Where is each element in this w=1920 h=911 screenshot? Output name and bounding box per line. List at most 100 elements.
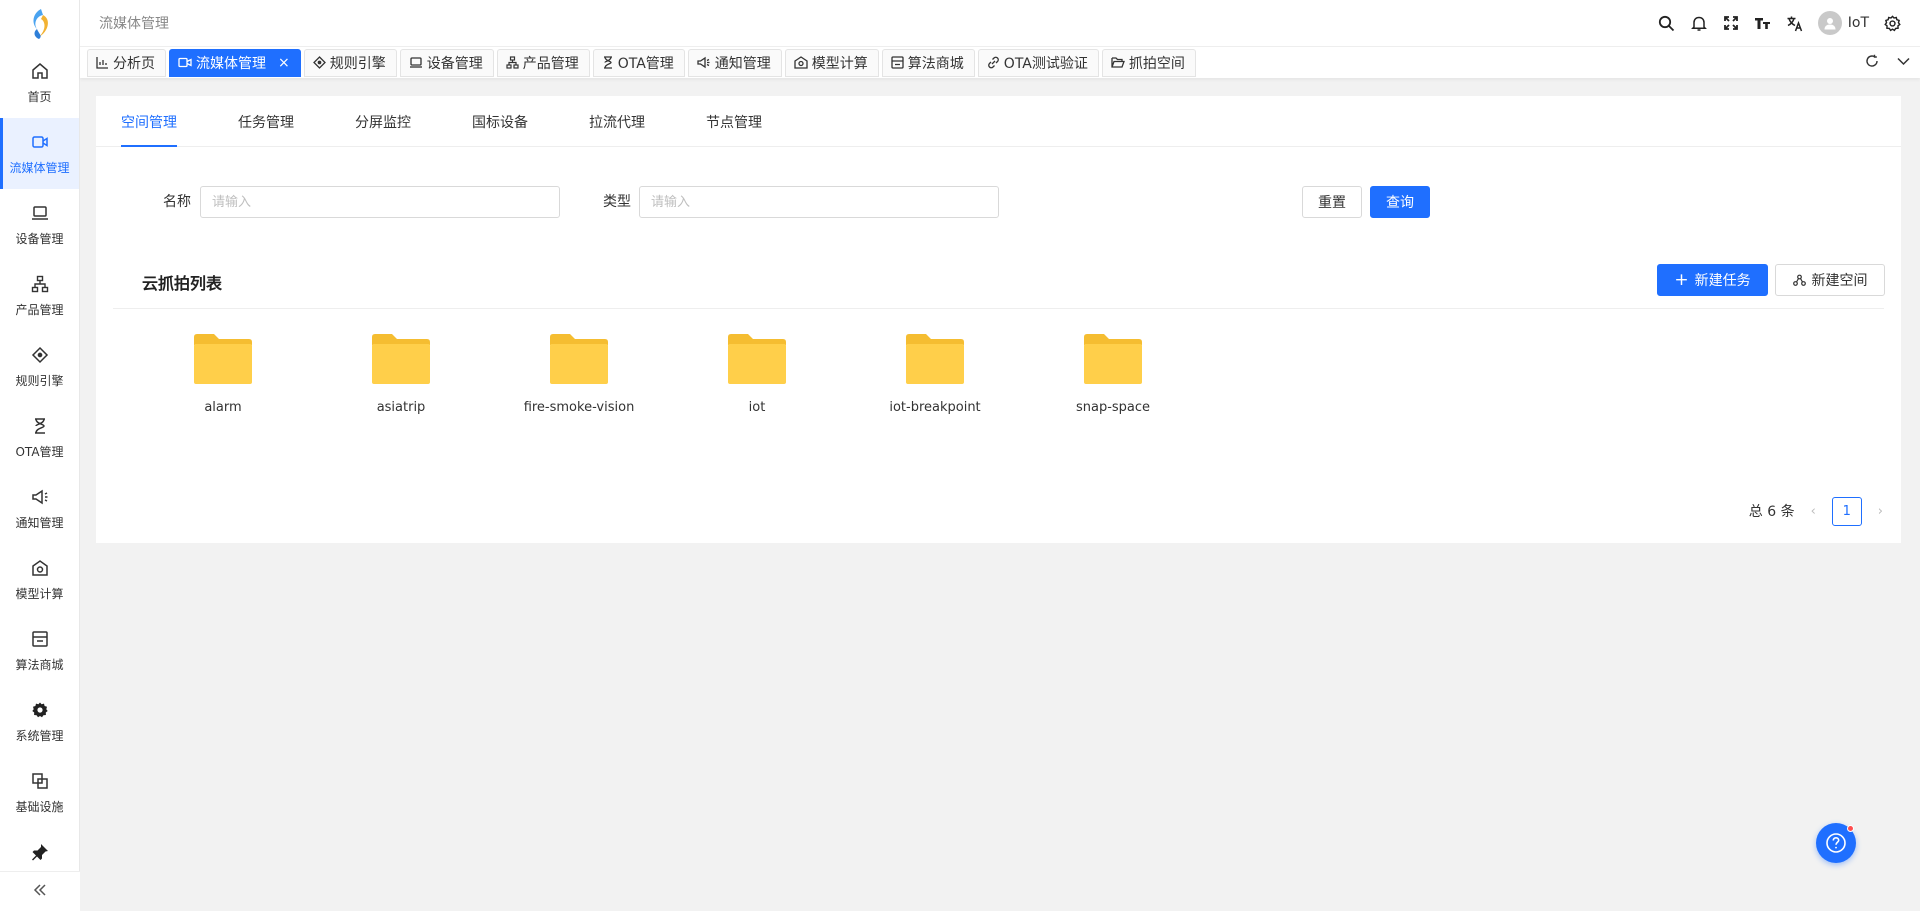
sidebar-item-label: 首页	[27, 89, 52, 104]
tab-snap-space[interactable]: 抓拍空间	[1101, 48, 1196, 77]
folder-item[interactable]: snap-space	[1043, 333, 1183, 415]
query-button[interactable]: 查询	[1370, 186, 1430, 218]
sidebar-item-rules[interactable]: 规则引擎	[0, 331, 79, 402]
user-menu[interactable]: IoT	[1817, 11, 1869, 35]
fullscreen-icon[interactable]	[1722, 14, 1740, 32]
sidebar-item-model[interactable]: 模型计算	[0, 544, 79, 615]
font-size-icon[interactable]	[1754, 14, 1772, 32]
new-space-button[interactable]: 新建空间	[1775, 264, 1885, 296]
new-task-button[interactable]: + 新建任务	[1657, 264, 1768, 296]
sidebar-item-store[interactable]: 算法商城	[0, 615, 79, 686]
folder-item[interactable]: alarm	[153, 333, 293, 415]
type-label: 类型	[603, 194, 631, 210]
subtab-gb-device[interactable]: 国标设备	[472, 96, 528, 147]
subtab-node[interactable]: 节点管理	[706, 96, 762, 147]
new-space-label: 新建空间	[1811, 273, 1868, 289]
subtab-stream-proxy[interactable]: 拉流代理	[589, 96, 645, 147]
sidebar-item-label: 通知管理	[15, 515, 64, 530]
folder-icon	[194, 334, 252, 384]
help-button[interactable]	[1816, 823, 1856, 863]
name-input[interactable]	[200, 186, 560, 218]
link-icon	[987, 56, 999, 69]
sidebar-item-label: OTA管理	[15, 444, 64, 459]
subtab-space[interactable]: 空间管理	[121, 96, 177, 147]
gear-icon[interactable]	[1883, 14, 1901, 32]
next-page-button[interactable]: ›	[1878, 504, 1883, 519]
store-icon	[30, 629, 50, 649]
sidebar-item-label: 模型计算	[15, 586, 64, 601]
video-icon	[30, 132, 50, 152]
subtab-split-screen[interactable]: 分屏监控	[355, 96, 411, 147]
folder-item[interactable]: iot	[687, 333, 827, 415]
tab-analysis[interactable]: 分析页	[87, 48, 166, 77]
type-input[interactable]	[639, 186, 999, 218]
folder-item[interactable]: asiatrip	[331, 333, 471, 415]
tab-notify[interactable]: 通知管理	[687, 48, 782, 77]
search-icon[interactable]	[1658, 14, 1676, 32]
tab-label: 规则引擎	[329, 55, 386, 72]
page-number[interactable]: 1	[1831, 496, 1862, 526]
sidebar-item-infra[interactable]: 基础设施	[0, 757, 79, 828]
sidebar-item-label: 系统管理	[15, 728, 64, 743]
divider	[113, 308, 1884, 309]
folder-icon	[372, 334, 430, 384]
tab-label: 算法商城	[907, 55, 964, 72]
search-form: 名称 类型 重置 查询	[96, 186, 1901, 218]
tab-ota-test[interactable]: OTA测试验证	[977, 48, 1099, 77]
tab-devices[interactable]: 设备管理	[399, 48, 494, 77]
sidebar-item-products[interactable]: 产品管理	[0, 260, 79, 331]
chevron-down-icon[interactable]	[1897, 55, 1910, 70]
logo[interactable]	[0, 0, 79, 47]
cluster-icon	[1792, 274, 1806, 286]
folder-name: iot-breakpoint	[889, 400, 981, 415]
bell-icon[interactable]	[1690, 14, 1708, 32]
tab-model[interactable]: 模型计算	[784, 48, 879, 77]
bar-chart-icon	[96, 57, 108, 69]
tab-label: 模型计算	[811, 55, 868, 72]
folder-name: iot	[748, 400, 766, 415]
hourglass-icon	[30, 416, 50, 436]
top-header: 流媒体管理 IoT	[80, 0, 1920, 47]
sidebar-item-label: 规则引擎	[15, 373, 64, 388]
refresh-icon[interactable]	[1865, 54, 1879, 72]
sidebar-item-home[interactable]: 首页	[0, 47, 79, 118]
tab-label: 产品管理	[522, 55, 579, 72]
reset-button[interactable]: 重置	[1302, 186, 1362, 218]
sitemap-icon	[506, 56, 519, 69]
tab-rules[interactable]: 规则引擎	[303, 48, 397, 77]
tab-products[interactable]: 产品管理	[496, 48, 590, 77]
store-icon	[891, 56, 904, 69]
sidebar-item-more[interactable]: 地	[0, 828, 79, 871]
folder-open-icon	[1111, 57, 1125, 68]
sidebar-item-media[interactable]: 流媒体管理	[0, 118, 79, 189]
sidebar-item-notify[interactable]: 通知管理	[0, 473, 79, 544]
folder-icon	[1084, 334, 1142, 384]
breadcrumb: 流媒体管理	[99, 16, 169, 32]
tab-label: 通知管理	[714, 55, 771, 72]
folder-item[interactable]: iot-breakpoint	[865, 333, 1005, 415]
list-title: 云抓拍列表	[142, 274, 223, 293]
logo-icon	[33, 8, 48, 39]
close-icon[interactable]: ×	[278, 55, 290, 71]
pagination: 总 6 条 ‹ 1 ›	[1749, 496, 1883, 526]
subtab-task[interactable]: 任务管理	[238, 96, 294, 147]
sidebar-collapse-button[interactable]	[0, 871, 80, 911]
tab-store[interactable]: 算法商城	[881, 48, 975, 77]
folder-icon	[728, 334, 786, 384]
sidebar-item-ota[interactable]: OTA管理	[0, 402, 79, 473]
sitemap-icon	[30, 274, 50, 294]
prev-page-button[interactable]: ‹	[1811, 504, 1816, 519]
total-count: 总 6 条	[1748, 504, 1795, 520]
sidebar-item-label: 设备管理	[15, 231, 64, 246]
translate-icon[interactable]	[1786, 14, 1804, 32]
sidebar-item-devices[interactable]: 设备管理	[0, 189, 79, 260]
folder-icon	[550, 334, 608, 384]
video-icon	[178, 57, 192, 68]
laptop-icon	[409, 57, 422, 68]
sidebar-item-system[interactable]: 系统管理	[0, 686, 79, 757]
tab-label: 设备管理	[426, 55, 483, 72]
tab-ota[interactable]: OTA管理	[592, 48, 685, 77]
rule-icon	[312, 56, 326, 69]
folder-item[interactable]: fire-smoke-vision	[509, 333, 649, 415]
tab-media[interactable]: 流媒体管理 ×	[169, 48, 301, 77]
